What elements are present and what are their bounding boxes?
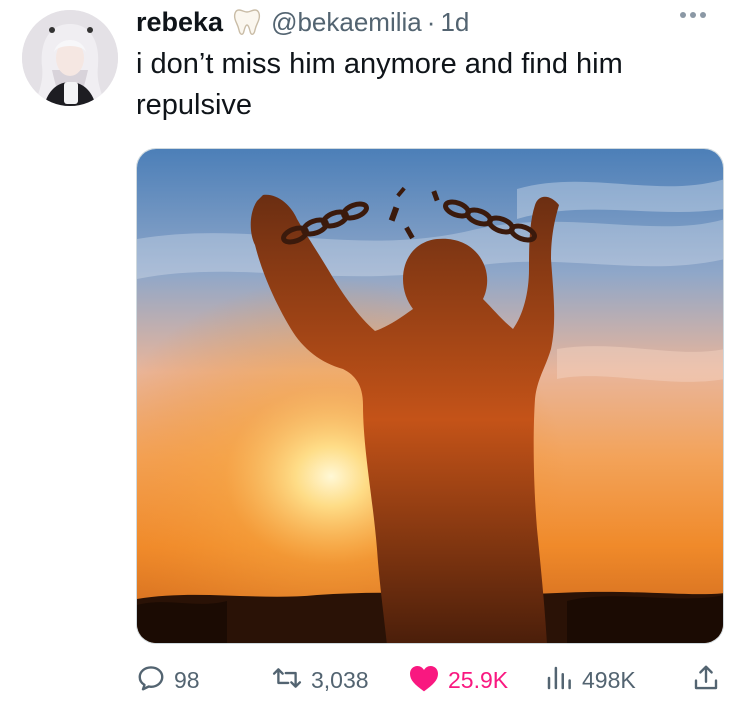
like-button[interactable]: 25.9K <box>408 663 508 698</box>
retweet-icon <box>271 663 303 698</box>
retweet-count: 3,038 <box>311 666 369 693</box>
tweet-header: rebeka @bekaemilia · 1d <box>136 4 469 40</box>
like-count: 25.9K <box>448 666 509 693</box>
tweet-text: i don’t miss him anymore and find him re… <box>136 48 623 121</box>
retweet-button[interactable]: 3,038 <box>271 663 369 698</box>
timestamp[interactable]: 1d <box>440 7 469 38</box>
views-chart-icon <box>544 663 574 698</box>
views-count: 498K <box>582 666 636 693</box>
action-bar: 98 3,038 25.9K 498K <box>136 660 724 700</box>
more-options-icon[interactable] <box>680 12 706 18</box>
display-name[interactable]: rebeka <box>136 7 223 38</box>
reply-icon <box>136 663 166 698</box>
share-icon <box>691 663 721 698</box>
separator-dot: · <box>426 6 436 37</box>
avatar[interactable] <box>22 10 118 106</box>
reply-button[interactable]: 98 <box>136 663 200 698</box>
reply-count: 98 <box>174 666 200 693</box>
heart-icon <box>408 663 440 698</box>
tooth-icon <box>231 6 263 38</box>
share-button[interactable] <box>691 663 721 698</box>
user-handle[interactable]: @bekaemilia <box>271 7 422 38</box>
tweet-image[interactable] <box>136 148 724 644</box>
views-button[interactable]: 498K <box>544 663 636 698</box>
